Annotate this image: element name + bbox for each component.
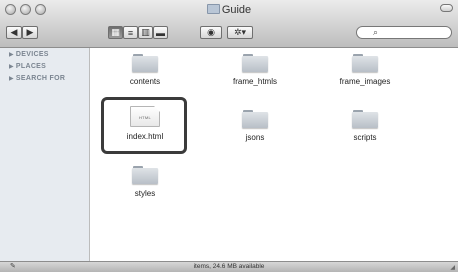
list-view-icon: ≡ (127, 27, 134, 38)
finder-window: Guide ◀ ▶ ▦ ≡ ▥ ▬ ◉ ✲▾ ⌕ ▶ DEVICES ▶ PLACE… (0, 0, 458, 272)
sidebar-item-label: PLACES (15, 63, 47, 70)
column-view-icon: ▥ (141, 27, 150, 37)
file-item-frame-images[interactable]: frame_images (310, 54, 420, 87)
quick-look-button[interactable]: ◉ (200, 26, 222, 39)
folder-icon (352, 110, 378, 128)
eye-icon: ◉ (207, 27, 215, 37)
sidebar-item-search-for[interactable]: ▶ SEARCH FOR (0, 73, 89, 85)
selection-highlight (101, 97, 187, 154)
forward-button[interactable]: ▶ (22, 26, 38, 39)
title-toolbar-bar: Guide ◀ ▶ ▦ ≡ ▥ ▬ ◉ ✲▾ ⌕ (0, 0, 458, 48)
file-item-jsons[interactable]: jsons (200, 110, 310, 143)
disclosure-triangle-icon[interactable]: ▶ (9, 64, 14, 70)
status-bar: ✎ items, 24.6 MB available ◢ (0, 261, 458, 272)
search-input[interactable]: ⌕ (356, 26, 452, 39)
pencil-icon: ✎ (10, 263, 16, 270)
file-item-contents[interactable]: contents (90, 54, 200, 87)
file-item-scripts[interactable]: scripts (310, 110, 420, 143)
toolbar-toggle-button[interactable] (440, 4, 453, 12)
sidebar-item-label: DEVICES (15, 51, 49, 58)
folder-icon (132, 54, 158, 72)
folder-icon (242, 110, 268, 128)
folder-icon (132, 166, 158, 184)
window-title: Guide (221, 4, 252, 16)
icon-view-icon: ▦ (111, 27, 120, 37)
column-view-button[interactable]: ▥ (138, 26, 153, 39)
folder-icon (242, 54, 268, 72)
disclosure-triangle-icon[interactable]: ▶ (9, 52, 14, 58)
sidebar-item-places[interactable]: ▶ PLACES (0, 61, 89, 73)
folder-icon (206, 4, 220, 14)
coverflow-view-icon: ▬ (156, 27, 165, 38)
gear-icon: ✲▾ (233, 27, 247, 37)
file-item-frame-htmls[interactable]: frame_htmls (200, 54, 310, 87)
folder-icon (352, 54, 378, 72)
sidebar-item-label: SEARCH FOR (15, 75, 66, 82)
status-text: items, 24.6 MB available (193, 263, 265, 270)
search-icon: ⌕ (373, 27, 379, 37)
sidebar: ▶ DEVICES ▶ PLACES ▶ SEARCH FOR (0, 48, 90, 261)
action-menu-button[interactable]: ✲▾ (227, 26, 253, 39)
back-arrow-icon: ◀ (10, 27, 18, 37)
file-name: frame_images (339, 77, 391, 86)
file-name: scripts (353, 133, 377, 142)
sidebar-item-devices[interactable]: ▶ DEVICES (0, 49, 89, 61)
forward-arrow-icon: ▶ (26, 27, 34, 37)
icon-view-button[interactable]: ▦ (108, 26, 123, 39)
file-browser-area: contents frame_htmls frame_images HTML i… (90, 48, 458, 261)
list-view-button[interactable]: ≡ (123, 26, 138, 39)
window-title-area: Guide (0, 3, 458, 17)
back-button[interactable]: ◀ (6, 26, 22, 39)
file-item-styles[interactable]: styles (90, 166, 200, 199)
file-name: styles (134, 189, 156, 198)
file-name: contents (129, 77, 161, 86)
file-name: frame_htmls (232, 77, 277, 86)
coverflow-view-button[interactable]: ▬ (153, 26, 168, 39)
file-name: jsons (245, 133, 265, 142)
disclosure-triangle-icon[interactable]: ▶ (9, 76, 14, 82)
